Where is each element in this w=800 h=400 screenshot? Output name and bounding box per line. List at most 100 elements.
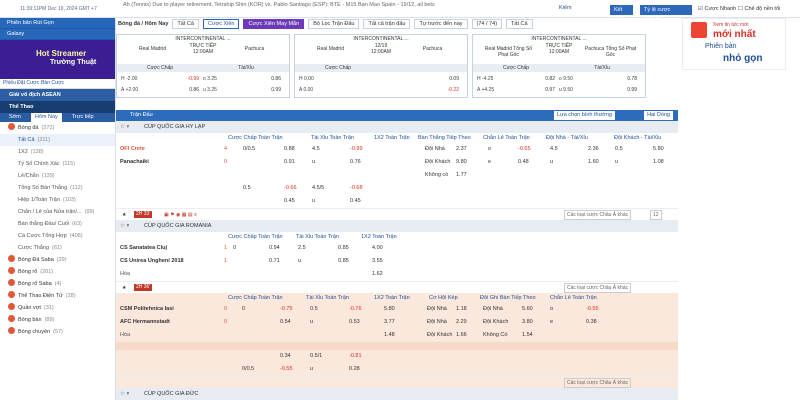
sport-item[interactable]: Bóng đá (272) — [0, 122, 115, 134]
parlay-button[interactable]: Cược Xiên — [202, 19, 240, 29]
more-markets-select[interactable]: 12 — [650, 210, 662, 220]
market-item[interactable]: Tỷ Số Chính Xác (115) — [0, 158, 115, 170]
odds-cell[interactable]: 0.99 — [598, 86, 641, 95]
odds-cell[interactable]: -0.65 — [518, 143, 531, 156]
market-select[interactable]: Tất Cả — [172, 19, 199, 29]
news-ticker[interactable]: Ah (Tennis) Due to player retirement, Te… — [123, 0, 543, 11]
odds-cell[interactable]: 0.45 — [350, 195, 361, 208]
mode-select[interactable]: Tất Cả — [506, 19, 533, 29]
odds-cell[interactable]: 2.37 — [456, 143, 467, 156]
market-item[interactable]: Hiệp 1/Toàn Trận (103) — [0, 194, 115, 206]
odds-cell[interactable]: 0.99 — [242, 86, 285, 95]
odds-cell[interactable]: 1.48 — [384, 329, 395, 342]
odds-cell[interactable]: 1.18 — [456, 303, 467, 316]
lucky-parlay-button[interactable]: Cược Xiên May Mắn — [243, 19, 305, 29]
results-button[interactable]: Kết Quả — [610, 5, 633, 21]
sport-item[interactable]: Bóng chuyền (57) — [0, 326, 115, 338]
odds-cell[interactable]: 0.28 — [349, 363, 360, 376]
odds-cell[interactable]: 5.80 — [653, 143, 664, 156]
odds-cell[interactable]: -0.22 — [420, 86, 463, 95]
other-bets-select[interactable]: Các loại cược Châu Á khác — [564, 378, 632, 388]
odds-cell[interactable]: 1.60 — [588, 156, 599, 169]
league-header[interactable]: ☆ ▾ CÚP QUỐC GIA HY LẠP — [116, 121, 678, 133]
market-item[interactable]: Cá Cược Tổng Hợp (406) — [0, 230, 115, 242]
featured-match-card[interactable]: INTERCONTINENTAL ... Real Madrid Pachuca 12… — [294, 34, 468, 98]
odds-cell[interactable]: -0.55 — [586, 303, 599, 316]
odds-cell[interactable]: -0.81 — [349, 350, 362, 363]
odds-cell[interactable]: 3.55 — [372, 255, 383, 268]
odds-cell[interactable]: 5.80 — [384, 303, 395, 316]
market-item[interactable]: Tất Cả (211) — [0, 134, 115, 146]
star-icon[interactable]: ☆ ▾ — [120, 121, 129, 133]
sort-select[interactable]: Tự trước đến nay — [414, 19, 468, 29]
other-bets-select[interactable]: Các loại cược Châu Á khác — [564, 283, 632, 293]
odds-cell[interactable]: 9.80 — [456, 156, 467, 169]
galaxy-button[interactable]: Galaxy — [0, 29, 115, 40]
streamer-banner[interactable]: Hot Streamer Trường Thuật — [0, 40, 115, 79]
odds-cell[interactable]: -0.55 — [280, 363, 293, 376]
match-filter-button[interactable]: Bộ Lọc Trận Đấu — [308, 19, 360, 29]
star-icon[interactable]: ☆ ▾ — [120, 388, 129, 400]
league-header[interactable]: ☆ ▾ CÚP QUỐC GIA ROMANIA — [116, 220, 678, 232]
odds-cell[interactable]: 1.66 — [456, 329, 467, 342]
odds-cell[interactable]: 1.62 — [372, 268, 383, 281]
sport-item[interactable]: Quần vợt (31) — [0, 302, 115, 314]
odds-cell[interactable]: 0.71 — [269, 255, 280, 268]
market-item[interactable]: Lẻ/Chẵn (139) — [0, 170, 115, 182]
featured-match-card[interactable]: INTERCONTINENTAL ... Real Madrid Pachuca TR… — [116, 34, 290, 98]
odds-cell[interactable]: -0.66 — [284, 182, 297, 195]
odds-cell[interactable] — [338, 75, 381, 84]
odds-cell[interactable]: 3.80 — [522, 316, 533, 329]
star-icon[interactable]: ☆ ▾ — [120, 220, 129, 232]
odds-cell[interactable]: 0.97 — [516, 86, 559, 95]
featured-match-card[interactable]: INTERCONTINENTAL ... Real Madrid Tổng Số … — [472, 34, 646, 98]
dark-mode-toggle[interactable]: ☐ Chế độ nền tối — [738, 6, 780, 12]
odds-cell[interactable]: 2.29 — [456, 316, 467, 329]
sport-item[interactable]: Bóng bàn (89) — [0, 314, 115, 326]
odds-cell[interactable]: -0.99 — [160, 75, 203, 84]
odds-cell[interactable]: 1.54 — [522, 329, 533, 342]
odds-cell[interactable]: 0.86 — [160, 86, 203, 95]
market-item[interactable]: 1X2 (138) — [0, 146, 115, 158]
row-mode-select[interactable]: Hai Dòng — [644, 111, 673, 120]
odds-cell[interactable]: 4.00 — [372, 242, 383, 255]
market-item[interactable]: Cược Thắng (61) — [0, 242, 115, 254]
asean-section[interactable]: Giải vô địch ASEAN — [0, 89, 115, 101]
odds-cell[interactable]: 0.48 — [518, 156, 529, 169]
odds-cell[interactable] — [338, 86, 381, 95]
odds-cell[interactable]: 0.85 — [338, 242, 349, 255]
league-header[interactable]: ☆ ▾ CÚP QUỐC GIA ĐỨC — [116, 388, 678, 400]
fast-bet-toggle[interactable]: ☑ Cược Nhanh — [698, 6, 736, 12]
odds-cell[interactable]: 0.82 — [516, 75, 559, 84]
odds-cell[interactable]: 0.76 — [350, 156, 361, 169]
odds-cell[interactable]: -0.68 — [350, 182, 363, 195]
market-item[interactable]: Tổng Số Bàn Thắng (112) — [0, 182, 115, 194]
odds-cell[interactable]: 0.53 — [349, 316, 360, 329]
sports-section[interactable]: Thể Thao — [0, 101, 115, 113]
tab-bet-slip[interactable]: Phiếu Đặt Cược — [3, 80, 39, 87]
sport-item[interactable]: Thể Thao Điện Tử (28) — [0, 290, 115, 302]
odds-cell[interactable]: 1.77 — [456, 169, 467, 182]
date-select[interactable]: Tất cả trận đấu — [363, 19, 411, 29]
odds-cell[interactable]: 0.34 — [280, 350, 291, 363]
tab-early[interactable]: Sớm — [9, 113, 21, 122]
odds-cell[interactable]: -0.76 — [349, 303, 362, 316]
odds-cell[interactable]: 0.09 — [420, 75, 463, 84]
odds-cell[interactable]: 0.45 — [284, 195, 295, 208]
odds-cell[interactable]: 0.86 — [242, 75, 285, 84]
odds-cell[interactable]: 3.77 — [384, 316, 395, 329]
sport-item[interactable]: Bóng rổ Saba (4) — [0, 278, 115, 290]
other-bets-select[interactable]: Các loại cược Châu Á khác — [564, 210, 632, 220]
selection-type-select[interactable]: Lựa chọn bình thường — [553, 111, 615, 120]
odds-cell[interactable]: 2.36 — [588, 143, 599, 156]
market-item[interactable]: Bàn thắng Đầu/ Cuối (63) — [0, 218, 115, 230]
sport-item[interactable]: Bóng rổ (201) — [0, 266, 115, 278]
odds-cell[interactable]: 0.38 — [586, 316, 597, 329]
odds-cell[interactable]: 0.85 — [338, 255, 349, 268]
promo-banner[interactable]: Xem tin tức mới mới nhất Phiên bản nhỏ g… — [682, 18, 786, 70]
odds-cell[interactable]: 0.54 — [280, 316, 291, 329]
market-item[interactable]: Chẵn / Lẻ của Nửa trận/... (99) — [0, 206, 115, 218]
tab-today[interactable]: Hôm Nay — [30, 113, 62, 122]
odds-cell[interactable]: -0.75 — [280, 303, 293, 316]
odds-cell[interactable]: -0.99 — [350, 143, 363, 156]
